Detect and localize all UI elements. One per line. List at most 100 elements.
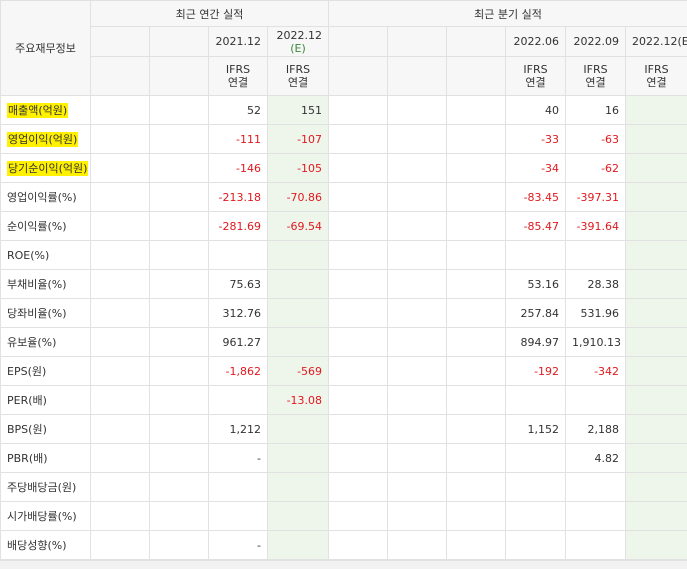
value-cell-q3: [626, 386, 687, 415]
value-cell-q3: [626, 125, 687, 154]
value-cell-q1: 53.16: [506, 270, 566, 299]
row-label: 당기순이익(억원): [1, 154, 91, 183]
value-cell-q1: -83.45: [506, 183, 566, 212]
quarter-ifrs-3: IFRS연결: [626, 57, 687, 96]
empty-cell: [91, 299, 150, 328]
empty-cell: [447, 386, 506, 415]
row-label-text: PER(배): [7, 394, 47, 407]
empty-cell: [388, 357, 447, 386]
value-cell-a2: -107: [268, 125, 329, 154]
row-label-text: 시가배당률(%): [7, 510, 77, 523]
value-cell-q1: [506, 531, 566, 560]
row-label-text: 당좌비율(%): [7, 307, 67, 320]
empty-cell: [150, 154, 209, 183]
annual-empty-2: [150, 27, 209, 57]
row-label-text: PBR(배): [7, 452, 48, 465]
empty-cell: [447, 96, 506, 125]
empty-cell: [388, 96, 447, 125]
value-cell-a1: -281.69: [209, 212, 268, 241]
table-body: 매출액(억원)521514016영업이익(억원)-111-107-33-63당기…: [1, 96, 687, 560]
value-cell-q2: 531.96: [566, 299, 626, 328]
empty-cell: [150, 357, 209, 386]
value-cell-q2: [566, 386, 626, 415]
value-cell-a1: -1,862: [209, 357, 268, 386]
value-cell-a2: -569: [268, 357, 329, 386]
empty-cell: [447, 212, 506, 241]
quarter-date-1: 2022.06: [506, 27, 566, 57]
value-cell-a2: [268, 502, 329, 531]
empty-cell: [150, 386, 209, 415]
empty-cell: [91, 212, 150, 241]
row-label-text: EPS(원): [7, 365, 46, 378]
row-label: 당좌비율(%): [1, 299, 91, 328]
row-label-text: 영업이익률(%): [7, 191, 77, 204]
empty-cell: [329, 444, 388, 473]
value-cell-a2: [268, 531, 329, 560]
empty-cell: [329, 270, 388, 299]
annual-empty-ifrs-2: [150, 57, 209, 96]
value-cell-q1: 1,152: [506, 415, 566, 444]
annual-title: 최근 연간 실적: [91, 1, 329, 27]
empty-cell: [388, 241, 447, 270]
empty-cell: [447, 125, 506, 154]
empty-cell: [329, 502, 388, 531]
row-label: 주당배당금(원): [1, 473, 91, 502]
empty-cell: [388, 154, 447, 183]
empty-cell: [388, 473, 447, 502]
value-cell-a2: -13.08: [268, 386, 329, 415]
value-cell-a1: -146: [209, 154, 268, 183]
value-cell-q1: -33: [506, 125, 566, 154]
quarter-date-2: 2022.09: [566, 27, 626, 57]
quarter-ifrs-1: IFRS연결: [506, 57, 566, 96]
empty-cell: [447, 154, 506, 183]
table-row: BPS(원)1,2121,1522,188: [1, 415, 687, 444]
row-label-text: 순이익률(%): [7, 220, 67, 233]
empty-cell: [150, 183, 209, 212]
empty-cell: [150, 241, 209, 270]
empty-cell: [329, 96, 388, 125]
value-cell-a1: 961.27: [209, 328, 268, 357]
table-row: ROE(%): [1, 241, 687, 270]
quarter-title: 최근 분기 실적: [329, 1, 687, 27]
row-label-text: 부채비율(%): [7, 278, 67, 291]
value-cell-a2: [268, 415, 329, 444]
table-row: 유보율(%)961.27894.971,910.13: [1, 328, 687, 357]
annual-date-2: 2022.12 (E): [268, 27, 329, 57]
value-cell-q3: [626, 531, 687, 560]
empty-cell: [388, 415, 447, 444]
value-cell-q2: [566, 473, 626, 502]
value-cell-a1: [209, 241, 268, 270]
row-label-text: BPS(원): [7, 423, 47, 436]
row-label-text: 유보율(%): [7, 336, 56, 349]
value-cell-a2: -69.54: [268, 212, 329, 241]
empty-cell: [388, 444, 447, 473]
value-cell-q2: 4.82: [566, 444, 626, 473]
empty-cell: [388, 386, 447, 415]
empty-cell: [91, 386, 150, 415]
empty-cell: [447, 183, 506, 212]
value-cell-q3: [626, 212, 687, 241]
empty-cell: [91, 270, 150, 299]
row-label: ROE(%): [1, 241, 91, 270]
quarter-empty-3: [447, 27, 506, 57]
empty-cell: [329, 386, 388, 415]
empty-cell: [329, 154, 388, 183]
row-label-text: ROE(%): [7, 249, 49, 262]
value-cell-q1: 257.84: [506, 299, 566, 328]
table-row: EPS(원)-1,862-569-192-342: [1, 357, 687, 386]
row-label: 부채비율(%): [1, 270, 91, 299]
row-label-text: 주당배당금(원): [7, 481, 76, 494]
empty-cell: [447, 531, 506, 560]
value-cell-q1: -85.47: [506, 212, 566, 241]
empty-cell: [150, 502, 209, 531]
empty-cell: [447, 415, 506, 444]
value-cell-q3: [626, 96, 687, 125]
empty-cell: [329, 241, 388, 270]
empty-cell: [91, 502, 150, 531]
row-label-text: 매출액(억원): [7, 103, 68, 118]
empty-cell: [329, 183, 388, 212]
value-cell-q3: [626, 502, 687, 531]
table-row: 순이익률(%)-281.69-69.54-85.47-391.64: [1, 212, 687, 241]
value-cell-a2: [268, 299, 329, 328]
annual-date-1: 2021.12: [209, 27, 268, 57]
